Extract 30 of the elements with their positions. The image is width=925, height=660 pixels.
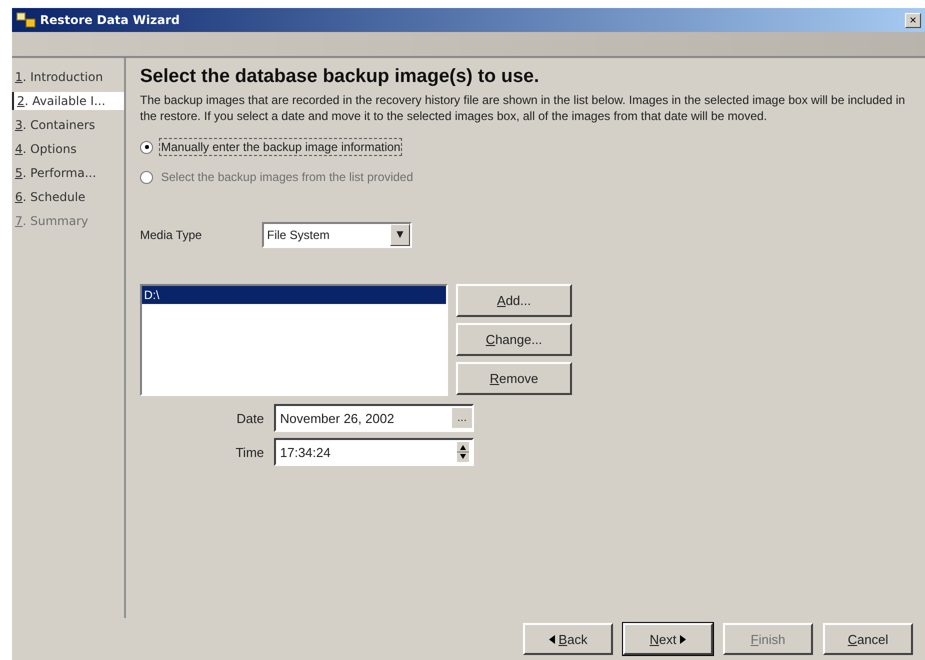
- wizard-button[interactable]: Cancel: [823, 623, 913, 655]
- list-item[interactable]: D:\: [142, 286, 446, 304]
- wizard-button[interactable]: Next: [623, 623, 713, 655]
- app-icon: [16, 12, 38, 28]
- description-text: The backup images that are recorded in the recovery history file are shown in the list below. Images in the selected image box will be included in the restore. If you select a date and move it to the selected images box, all of the images from that date will be moved.: [140, 92, 906, 124]
- date-label: Date: [236, 410, 264, 426]
- time-label: Time: [234, 444, 264, 460]
- media-type-label: Media Type: [140, 228, 203, 242]
- time-field[interactable]: 17:34:24: [274, 438, 474, 466]
- step-item[interactable]: 5. Performa...: [12, 164, 124, 182]
- list-action-button[interactable]: Add...: [456, 284, 572, 317]
- step-item[interactable]: 4. Options: [12, 140, 124, 158]
- radio-label[interactable]: Manually enter the backup image information: [159, 138, 402, 156]
- step-item[interactable]: 3. Containers: [12, 116, 124, 134]
- radio-button[interactable]: [140, 140, 153, 154]
- close-button[interactable]: ×: [905, 12, 921, 28]
- spinner-icon[interactable]: [457, 442, 469, 462]
- date-picker-button[interactable]: ...: [452, 408, 472, 428]
- list-action-button[interactable]: Remove: [456, 362, 572, 395]
- step-item[interactable]: 2. Available I...: [12, 92, 124, 110]
- media-type-dropdown[interactable]: File System ▼: [262, 222, 412, 248]
- step-item[interactable]: 1. Introduction: [12, 68, 124, 86]
- window-title: Restore Data Wizard: [40, 13, 180, 27]
- list-action-button[interactable]: Change...: [456, 323, 572, 356]
- wizard-button[interactable]: Back: [523, 623, 613, 655]
- left-triangle-icon: [548, 634, 555, 644]
- step-item[interactable]: 6. Schedule: [12, 188, 124, 206]
- page-heading: Select the database backup image(s) to use.: [140, 66, 540, 88]
- date-field[interactable]: November 26, 2002 ...: [274, 404, 474, 432]
- right-triangle-icon: [680, 634, 686, 644]
